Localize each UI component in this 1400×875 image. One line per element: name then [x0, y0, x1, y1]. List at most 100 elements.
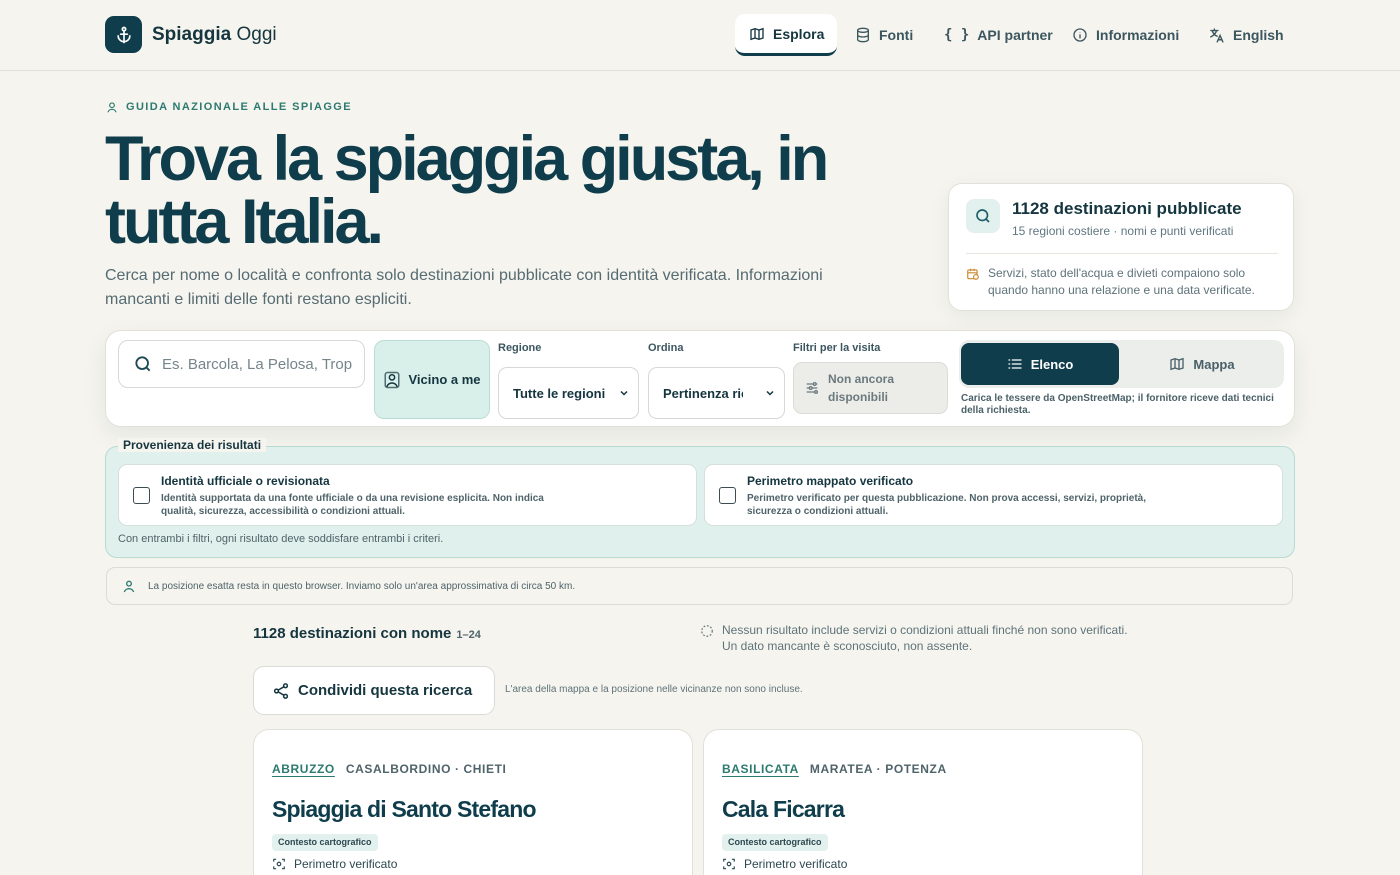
share-note: L'area della mappa e la posizione nelle … — [505, 684, 803, 695]
scan-perimeter-icon — [272, 857, 286, 871]
calendar-clock-icon — [966, 267, 980, 281]
visit-filters-label: Filtri per la visita — [793, 342, 881, 354]
provenance-footnote: Con entrambi i filtri, ogni risultato de… — [118, 533, 444, 545]
location-person-icon — [383, 371, 401, 389]
results-info-note: Nessun risultato include servizi o condi… — [700, 622, 1145, 654]
nav-language-label: English — [1233, 27, 1284, 43]
search-icon — [966, 199, 1000, 233]
share-search-button[interactable]: Condividi questa ricerca — [253, 666, 495, 715]
top-navigation: Spiaggia Oggi Esplora Fonti { } API part… — [0, 0, 1400, 71]
provenance-legend: Provenienza dei risultati — [118, 438, 267, 452]
card-feature: Perimetro verificato — [722, 857, 847, 871]
nav-language[interactable]: English — [1194, 14, 1298, 56]
card-title[interactable]: Spiaggia di Santo Stefano — [272, 796, 537, 823]
card-place: MARATEA · POTENZA — [809, 762, 947, 776]
chevron-down-icon — [764, 387, 776, 399]
anchor-logo-icon[interactable] — [105, 16, 142, 53]
stats-divider — [966, 253, 1278, 254]
results-info-text: Nessun risultato include servizi o condi… — [722, 623, 1128, 653]
view-toggle: Elenco Mappa — [959, 340, 1284, 388]
region-select[interactable]: Tutte le regioni — [498, 367, 639, 419]
beach-card[interactable]: ABRUZZO CASALBORDINO · CHIETI Spiaggia d… — [253, 729, 693, 875]
dashed-circle-icon — [700, 624, 714, 654]
provenance-filters: Identità ufficiale o revisionata Identit… — [105, 446, 1295, 558]
region-label: Regione — [498, 342, 542, 354]
location-person-icon — [105, 100, 119, 114]
visit-filters-value: Non ancora disponibili — [828, 372, 895, 404]
map-view-label: Mappa — [1193, 356, 1235, 372]
translate-icon — [1208, 27, 1225, 44]
page-title: Trova la spiaggia giusta, in tutta Itali… — [105, 124, 829, 257]
results-count: 1128 destinazioni con nome 1–24 — [253, 625, 481, 642]
hero-kicker: GUIDA NAZIONALE ALLE SPIAGGE — [105, 100, 352, 114]
beach-card[interactable]: BASILICATA MARATEA · POTENZA Cala Ficarr… — [703, 729, 1143, 875]
card-feature-text: Perimetro verificato — [294, 857, 398, 871]
sort-label: Ordina — [648, 342, 684, 354]
results-count-text: 1128 destinazioni con nome — [253, 625, 452, 642]
card-title[interactable]: Cala Ficarra — [722, 796, 845, 823]
card-region-link[interactable]: BASILICATA — [722, 762, 799, 776]
sliders-icon — [804, 380, 820, 396]
official-identity-desc: Identità supportata da una fonte ufficia… — [161, 493, 544, 517]
nav-api-partner-label: API partner — [977, 27, 1053, 43]
share-icon — [272, 682, 290, 700]
results-range: 1–24 — [456, 629, 481, 641]
brand-name-light: Oggi — [236, 24, 277, 45]
card-feature: Perimetro verificato — [272, 857, 397, 871]
stats-subtitle: 15 regioni costiere · nomi e punti verif… — [1012, 224, 1234, 238]
braces-icon: { } — [944, 27, 970, 43]
search-icon — [133, 354, 153, 374]
nav-fonti[interactable]: Fonti — [841, 14, 927, 56]
sort-select[interactable]: Pertinenza ricerca — [648, 367, 785, 419]
near-me-button[interactable]: Vicino a me — [374, 340, 490, 419]
visit-filters-disabled: Non ancora disponibili — [793, 362, 948, 414]
location-privacy-text: La posizione esatta resta in questo brow… — [148, 580, 576, 592]
location-person-icon — [121, 578, 137, 594]
card-badge: Contesto cartografico — [722, 834, 828, 851]
official-identity-title: Identità ufficiale o revisionata — [161, 474, 330, 488]
official-identity-checkbox[interactable] — [133, 487, 150, 504]
stats-note: Servizi, stato dell'acqua e divieti comp… — [988, 266, 1255, 297]
card-meta: BASILICATA MARATEA · POTENZA — [722, 762, 947, 776]
nav-fonti-label: Fonti — [879, 27, 914, 43]
search-input[interactable] — [162, 355, 352, 373]
sort-select-value: Pertinenza ricerca — [663, 385, 743, 401]
nav-esplora-label: Esplora — [773, 25, 825, 42]
stats-title: 1128 destinazioni pubblicate — [1012, 199, 1242, 218]
brand-name[interactable]: Spiaggia Oggi — [152, 24, 277, 46]
map-view-button[interactable]: Mappa — [1123, 343, 1281, 385]
hero-subtitle: Cerca per nome o località e confronta so… — [105, 267, 823, 308]
stats-card: 1128 destinazioni pubblicate 15 regioni … — [948, 183, 1294, 311]
scan-perimeter-icon — [722, 857, 736, 871]
search-panel: Vicino a me Regione Tutte le regioni Ord… — [105, 330, 1295, 427]
near-me-label: Vicino a me — [408, 372, 481, 387]
database-icon — [855, 27, 871, 43]
card-place: CASALBORDINO · CHIETI — [345, 762, 507, 776]
card-region-link[interactable]: ABRUZZO — [272, 762, 335, 776]
chevron-down-icon — [618, 387, 630, 399]
map-tiles-note: Carica le tessere da OpenStreetMap; il f… — [961, 393, 1274, 416]
location-privacy-note: La posizione esatta resta in questo brow… — [106, 567, 1293, 605]
perimeter-verified-checkbox[interactable] — [719, 487, 736, 504]
map-icon — [1169, 356, 1185, 372]
card-badge: Contesto cartografico — [272, 834, 378, 851]
brand-name-bold: Spiaggia — [152, 24, 232, 45]
perimeter-verified-desc: Perimetro verificato per questa pubblica… — [747, 493, 1147, 517]
map-icon — [749, 26, 765, 42]
info-icon — [1072, 27, 1088, 43]
nav-informazioni[interactable]: Informazioni — [1058, 14, 1193, 56]
region-select-value: Tutte le regioni — [513, 385, 606, 401]
list-icon — [1007, 356, 1023, 372]
card-feature-text: Perimetro verificato — [744, 857, 848, 871]
nav-api-partner[interactable]: { } API partner — [930, 14, 1067, 56]
hero-kicker-text: GUIDA NAZIONALE ALLE SPIAGGE — [126, 101, 353, 113]
list-view-label: Elenco — [1030, 356, 1074, 372]
search-box[interactable] — [118, 340, 365, 388]
share-search-label: Condividi questa ricerca — [298, 682, 473, 699]
nav-esplora[interactable]: Esplora — [735, 14, 837, 56]
nav-informazioni-label: Informazioni — [1096, 27, 1180, 43]
list-view-button[interactable]: Elenco — [961, 343, 1119, 385]
perimeter-verified-title: Perimetro mappato verificato — [747, 474, 914, 488]
provenance-option-official[interactable]: Identità ufficiale o revisionata Identit… — [118, 464, 697, 526]
provenance-option-perimeter[interactable]: Perimetro mappato verificato Perimetro v… — [704, 464, 1283, 526]
